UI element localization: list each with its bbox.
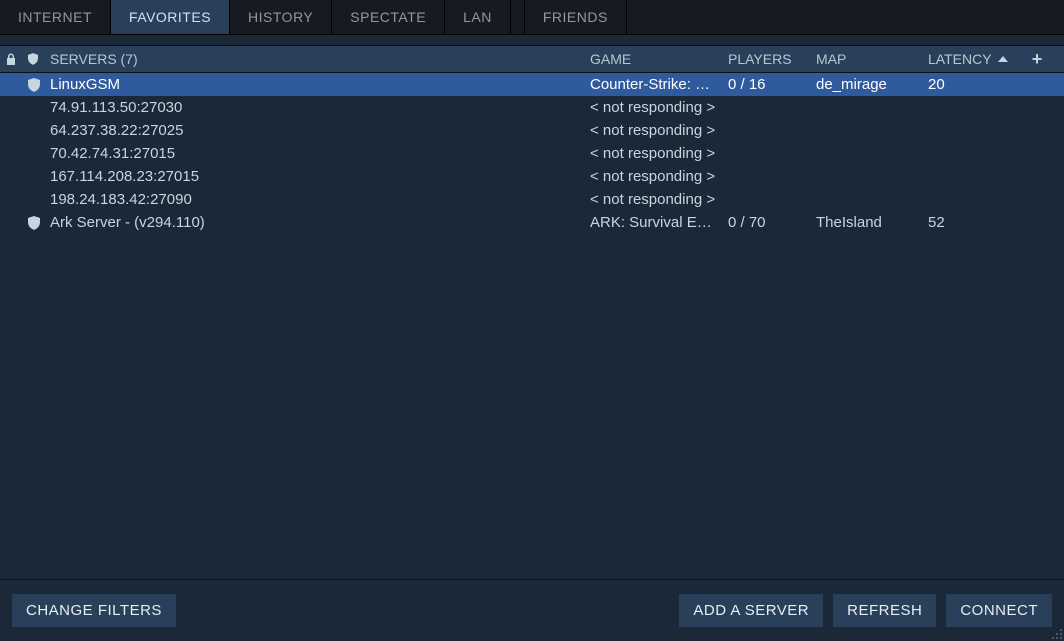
column-header-add[interactable]: + bbox=[1022, 50, 1052, 68]
column-header-row: SERVERS (7) GAME PLAYERS MAP LATENCY + bbox=[0, 45, 1064, 73]
tab-history[interactable]: HISTORY bbox=[230, 0, 332, 34]
cell-game: ARK: Survival Evo... bbox=[584, 214, 722, 231]
add-a-server-button[interactable]: ADD A SERVER bbox=[679, 594, 823, 627]
server-row[interactable]: 74.91.113.50:27030< not responding > bbox=[0, 96, 1064, 119]
shield-icon bbox=[28, 216, 40, 230]
lock-icon bbox=[6, 53, 16, 65]
server-row[interactable]: 167.114.208.23:27015< not responding > bbox=[0, 165, 1064, 188]
cell-secure bbox=[22, 78, 44, 92]
cell-game: Counter-Strike: Gl... bbox=[584, 76, 722, 93]
cell-name: Ark Server - (v294.110) bbox=[44, 214, 584, 231]
plus-icon: + bbox=[1032, 50, 1043, 68]
column-header-secure[interactable] bbox=[22, 52, 44, 66]
tab-lan[interactable]: LAN bbox=[445, 0, 511, 34]
shield-icon bbox=[28, 52, 38, 66]
tab-internet[interactable]: INTERNET bbox=[0, 0, 111, 34]
server-row[interactable]: Ark Server - (v294.110)ARK: Survival Evo… bbox=[0, 211, 1064, 234]
cell-players: 0 / 70 bbox=[722, 214, 810, 231]
cell-players: 0 / 16 bbox=[722, 76, 810, 93]
column-header-latency-label: LATENCY bbox=[928, 51, 992, 67]
cell-latency: 20 bbox=[922, 76, 1022, 93]
change-filters-button[interactable]: CHANGE FILTERS bbox=[12, 594, 176, 627]
cell-game: < not responding > bbox=[584, 168, 722, 185]
cell-name: 64.237.38.22:27025 bbox=[44, 122, 584, 139]
tab-gap bbox=[511, 0, 525, 34]
column-header-latency[interactable]: LATENCY bbox=[922, 51, 1022, 67]
shield-icon bbox=[28, 78, 40, 92]
cell-game: < not responding > bbox=[584, 145, 722, 162]
sort-ascending-icon bbox=[998, 56, 1008, 62]
column-header-game[interactable]: GAME bbox=[584, 51, 722, 67]
cell-latency: 52 bbox=[922, 214, 1022, 231]
server-row[interactable]: LinuxGSMCounter-Strike: Gl...0 / 16de_mi… bbox=[0, 73, 1064, 96]
tabs-bar: INTERNET FAVORITES HISTORY SPECTATE LAN … bbox=[0, 0, 1064, 35]
column-header-password[interactable] bbox=[0, 53, 22, 65]
cell-name: 70.42.74.31:27015 bbox=[44, 145, 584, 162]
column-header-servers[interactable]: SERVERS (7) bbox=[44, 51, 584, 67]
cell-secure bbox=[22, 216, 44, 230]
tab-favorites[interactable]: FAVORITES bbox=[111, 0, 230, 34]
column-header-players[interactable]: PLAYERS bbox=[722, 51, 810, 67]
cell-game: < not responding > bbox=[584, 99, 722, 116]
column-header-map[interactable]: MAP bbox=[810, 51, 922, 67]
cell-map: de_mirage bbox=[810, 76, 922, 93]
server-list: LinuxGSMCounter-Strike: Gl...0 / 16de_mi… bbox=[0, 73, 1064, 563]
tab-friends[interactable]: FRIENDS bbox=[525, 0, 627, 34]
cell-game: < not responding > bbox=[584, 191, 722, 208]
refresh-button[interactable]: REFRESH bbox=[833, 594, 936, 627]
server-row[interactable]: 198.24.183.42:27090< not responding > bbox=[0, 188, 1064, 211]
server-row[interactable]: 70.42.74.31:27015< not responding > bbox=[0, 142, 1064, 165]
cell-name: 74.91.113.50:27030 bbox=[44, 99, 584, 116]
cell-name: 198.24.183.42:27090 bbox=[44, 191, 584, 208]
cell-game: < not responding > bbox=[584, 122, 722, 139]
connect-button[interactable]: CONNECT bbox=[946, 594, 1052, 627]
server-row[interactable]: 64.237.38.22:27025< not responding > bbox=[0, 119, 1064, 142]
tab-spectate[interactable]: SPECTATE bbox=[332, 0, 445, 34]
bottom-bar: CHANGE FILTERS ADD A SERVER REFRESH CONN… bbox=[0, 579, 1064, 641]
cell-map: TheIsland bbox=[810, 214, 922, 231]
cell-name: LinuxGSM bbox=[44, 76, 584, 93]
resize-grip[interactable] bbox=[1050, 627, 1062, 639]
cell-name: 167.114.208.23:27015 bbox=[44, 168, 584, 185]
